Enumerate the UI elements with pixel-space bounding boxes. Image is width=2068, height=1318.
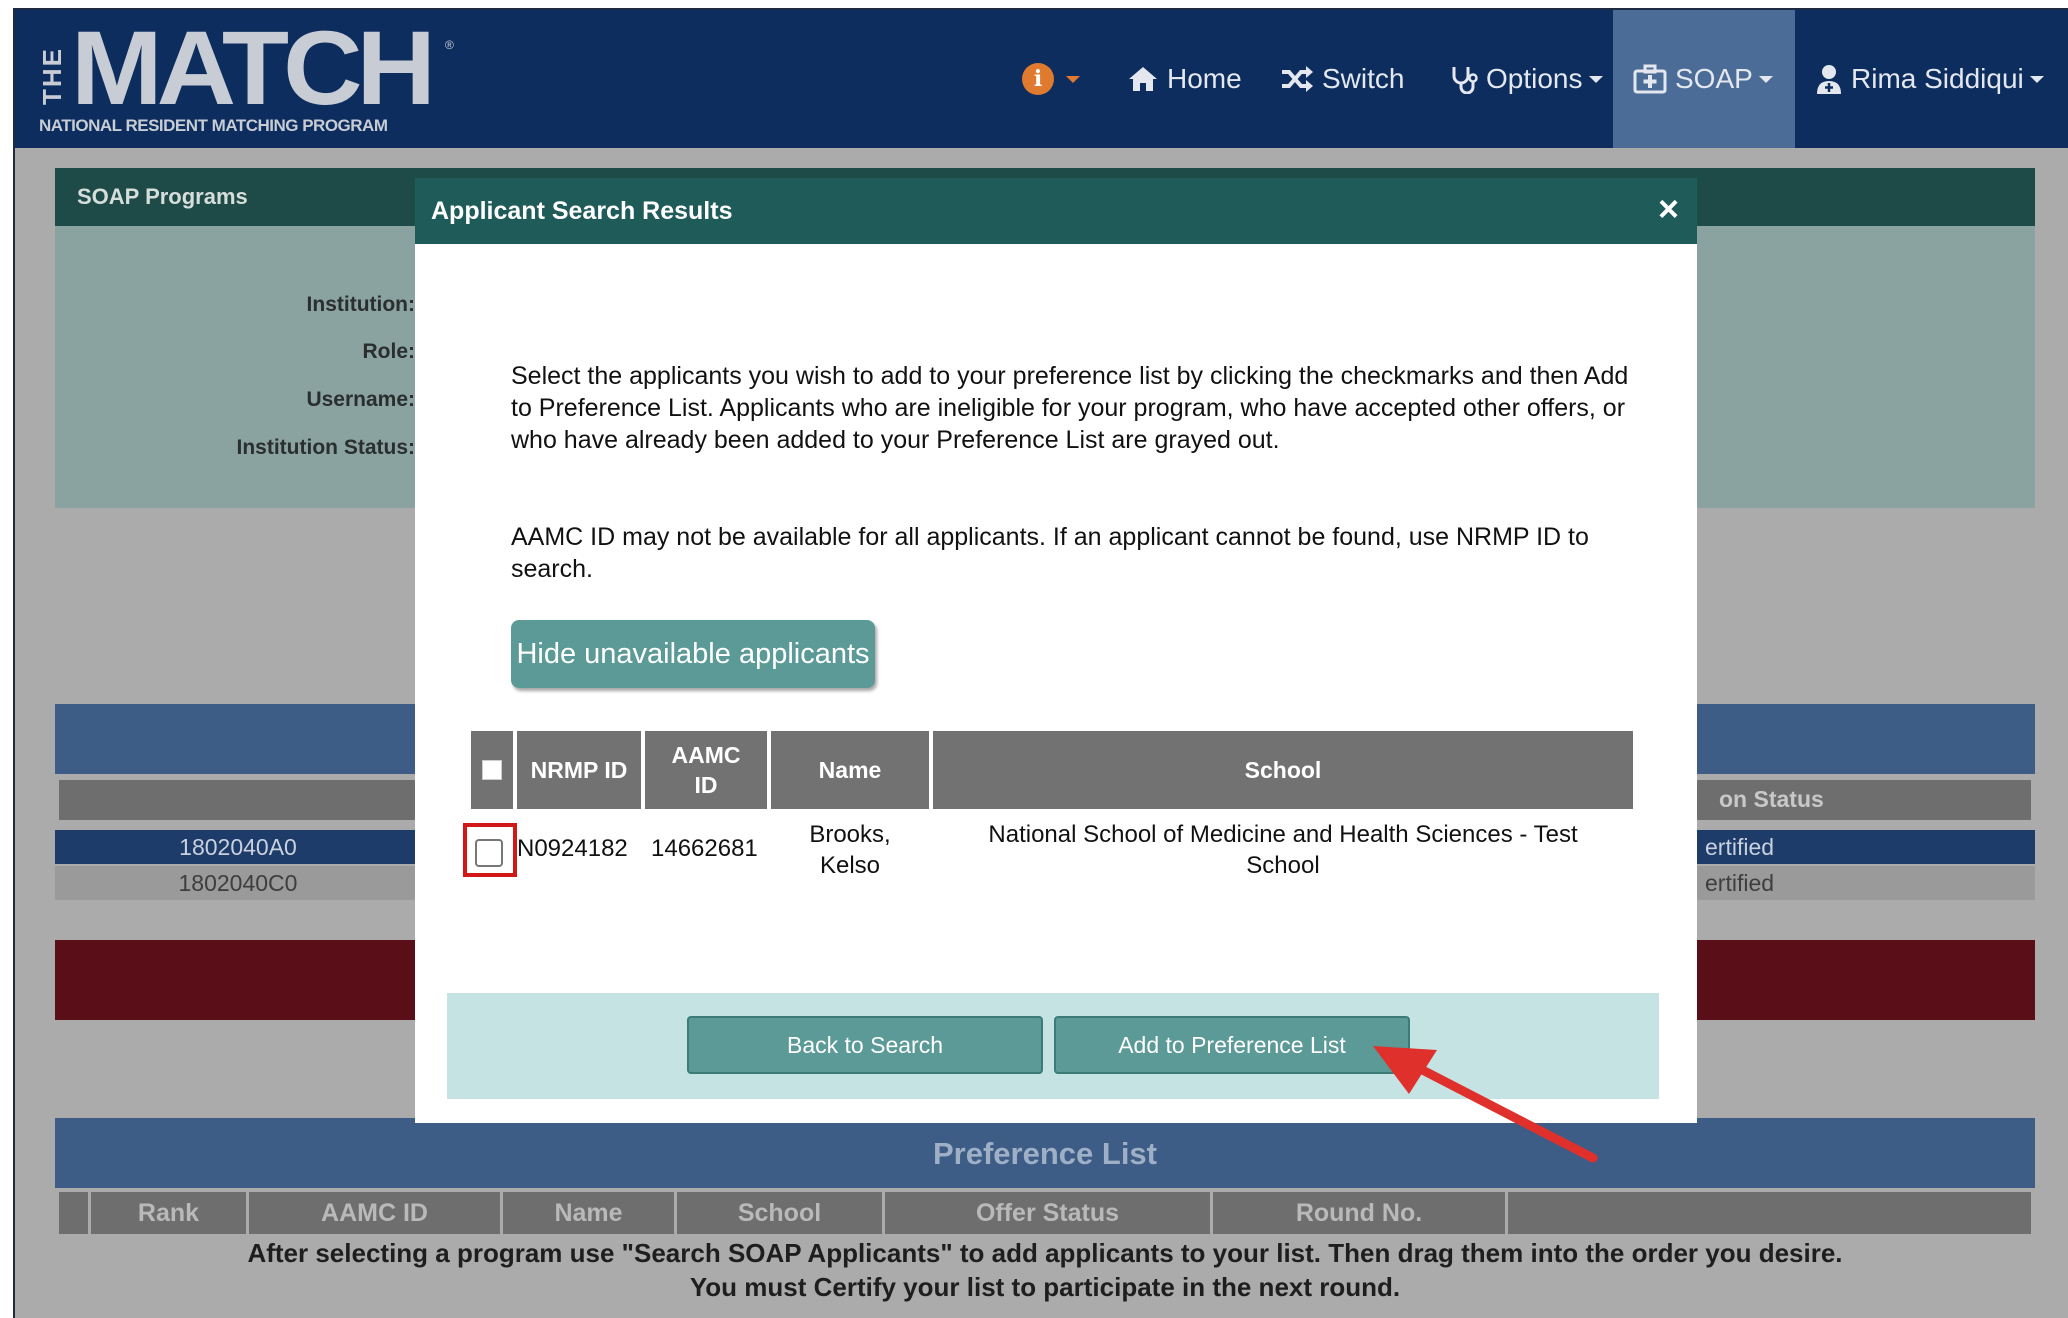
nav-switch[interactable]: Switch [1280,10,1404,148]
column-school[interactable]: School [933,731,1633,809]
role-label: Role: [362,340,416,363]
column-aamc-id[interactable]: AAMC ID [249,1192,503,1234]
stethoscope-icon [1450,64,1478,94]
applicant-checkbox[interactable] [475,839,503,867]
name-cell: Brooks, Kelso [771,819,929,881]
username-label: Username: [306,388,415,411]
column-nrmp-id[interactable]: NRMP ID [517,731,641,809]
table-row: N0924182 14662681 Brooks, Kelso National… [463,819,1633,889]
preference-message-line2: You must Certify your list to participat… [689,1272,1401,1302]
chevron-down-icon [1066,75,1080,83]
institution-status-label: Institution Status: [236,436,415,459]
logo-subtitle: NATIONAL RESIDENT MATCHING PROGRAM [39,116,388,135]
preference-list-columns: Rank AAMC ID Name School Offer Status Ro… [59,1192,2031,1234]
applicant-search-results-modal: Applicant Search Results × Select the ap… [415,178,1697,1123]
nav-soap[interactable]: SOAP [1613,10,1795,148]
institution-label: Institution: [306,293,415,316]
school-cell-text: National School of Medicine and Health S… [988,821,1578,879]
modal-title: Applicant Search Results [431,197,733,225]
name-cell-text: Brooks, Kelso [809,821,891,879]
column-status: on Status [1719,786,1824,812]
preference-list-header: Preference List [55,1118,2035,1188]
nav-home-label: Home [1167,63,1242,94]
results-table-header: NRMP ID AAMC ID Name School [471,731,1633,809]
select-all-checkbox[interactable] [482,760,502,780]
user-doctor-icon [1815,63,1843,95]
column-round-no[interactable]: Round No. [1213,1192,1508,1234]
aamc-id-cell: 14662681 [651,835,758,862]
soap-programs-title: SOAP Programs [77,184,248,209]
logo-the: THE [37,47,67,105]
info-icon: i [1022,63,1054,95]
close-icon[interactable]: × [1658,188,1679,230]
annotation-arrow-icon [1373,1046,1598,1163]
logo-wordmark: MATCH [71,10,436,127]
user-menu[interactable]: Rima Siddiqui [1815,10,2044,148]
school-cell: National School of Medicine and Health S… [933,819,1633,881]
preference-list-message: After selecting a program use "Search SO… [55,1236,2035,1304]
logo-registered: ® [445,38,454,52]
program-status: ertified [1705,870,1775,896]
column-aamc-id[interactable]: AAMC ID [645,731,767,809]
nav-options-label: Options [1486,63,1583,94]
column-rank[interactable]: Rank [91,1192,249,1234]
column-blank [59,1192,91,1234]
column-offer-status[interactable]: Offer Status [885,1192,1213,1234]
info-menu[interactable]: i [1022,10,1080,148]
match-logo[interactable]: THE MATCH ® NATIONAL RESIDENT MATCHING P… [35,16,455,136]
home-icon [1127,65,1159,93]
program-code: 1802040A0 [179,834,297,860]
back-to-search-button[interactable]: Back to Search [687,1016,1043,1074]
add-to-preference-list-button[interactable]: Add to Preference List [1054,1016,1410,1074]
highlight-box [463,823,517,877]
column-school[interactable]: School [677,1192,885,1234]
medkit-icon [1633,64,1667,94]
program-code: 1802040C0 [178,870,298,896]
hide-unavailable-button[interactable]: Hide unavailable applicants [511,620,875,688]
aamc-id-note: AAMC ID may not be available for all app… [511,523,1589,583]
column-blank-end [1508,1192,2031,1234]
nav-options[interactable]: Options [1450,10,1603,148]
column-name[interactable]: Name [771,731,929,809]
user-name: Rima Siddiqui [1851,63,2024,94]
nav-soap-label: SOAP [1675,63,1753,94]
chevron-down-icon [1758,75,1773,83]
chevron-down-icon [2029,75,2044,83]
nav-home[interactable]: Home [1127,10,1242,148]
preference-list-title: Preference List [933,1136,1157,1171]
column-name[interactable]: Name [503,1192,677,1234]
chevron-down-icon [1588,75,1603,83]
column-aamc-id-label: AAMC ID [671,742,741,798]
preference-message-line1: After selecting a program use "Search SO… [247,1238,1843,1268]
modal-header: Applicant Search Results × [415,178,1697,244]
modal-instructions: Select the applicants you wish to add to… [511,362,1629,454]
shuffle-icon [1280,65,1314,93]
top-navbar: THE MATCH ® NATIONAL RESIDENT MATCHING P… [15,10,2068,148]
program-status: ertified [1705,834,1775,860]
select-all-cell [471,731,513,809]
app-window: THE MATCH ® NATIONAL RESIDENT MATCHING P… [13,8,2068,1318]
nav-switch-label: Switch [1322,63,1405,94]
nrmp-id-cell: N0924182 [517,835,628,862]
